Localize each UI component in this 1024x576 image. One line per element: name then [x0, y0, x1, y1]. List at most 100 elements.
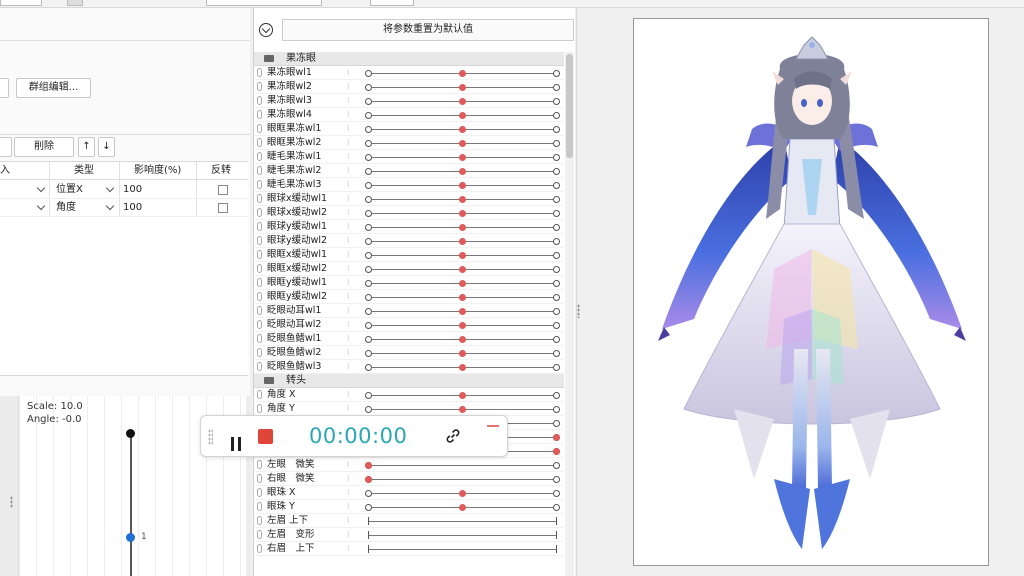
lock-icon[interactable] — [257, 110, 262, 119]
splitter-handle[interactable] — [10, 496, 13, 508]
drag-handle-icon[interactable]: ⁝ — [347, 206, 350, 220]
lock-icon[interactable] — [257, 488, 262, 497]
collapse-toggle-icon[interactable] — [259, 23, 273, 37]
parameter-row[interactable]: 睫毛果冻wl2 ⁝ — [254, 164, 564, 178]
curve-point[interactable] — [126, 533, 135, 542]
slider-knob[interactable] — [459, 294, 466, 301]
lock-icon[interactable] — [257, 180, 262, 189]
lock-icon[interactable] — [257, 278, 262, 287]
drag-handle-icon[interactable]: ⁝ — [347, 66, 350, 80]
slider-knob[interactable] — [459, 406, 466, 413]
model-canvas[interactable] — [633, 18, 989, 566]
lock-icon[interactable] — [257, 82, 262, 91]
drag-handle-icon[interactable]: ⁝ — [347, 234, 350, 248]
chevron-down-icon[interactable] — [105, 201, 115, 211]
parameter-row[interactable]: 角度 Y ⁝ — [254, 402, 564, 416]
lock-icon[interactable] — [257, 152, 262, 161]
parameter-row[interactable]: 果冻眼wl4 ⁝ — [254, 108, 564, 122]
lock-icon[interactable] — [257, 166, 262, 175]
slider-knob[interactable] — [459, 266, 466, 273]
table-row[interactable]: 位置X 100 — [0, 181, 248, 199]
drag-handle-icon[interactable]: ⁝ — [347, 472, 350, 486]
table-row[interactable]: 角度 100 — [0, 199, 248, 217]
parameter-row[interactable]: 眼球x缓动wl1 ⁝ — [254, 192, 564, 206]
lock-icon[interactable] — [257, 292, 262, 301]
slider-knob[interactable] — [553, 448, 560, 455]
parameter-row[interactable]: 眼球x缓动wl2 ⁝ — [254, 206, 564, 220]
group-edit-button[interactable]: 群组编辑... — [16, 78, 91, 98]
lock-icon[interactable] — [257, 390, 262, 399]
drag-handle-icon[interactable]: ⁝ — [347, 318, 350, 332]
slider-knob[interactable] — [459, 504, 466, 511]
parameter-row[interactable]: 眨眼鱼鳍wl2 ⁝ — [254, 346, 564, 360]
drag-handle-icon[interactable]: ⁝ — [347, 332, 350, 346]
toolbar-field[interactable] — [206, 0, 322, 6]
parameter-row[interactable]: 眼眶x缓动wl1 ⁝ — [254, 248, 564, 262]
header-invert[interactable]: 反转 — [211, 162, 231, 180]
toolbar-field[interactable] — [370, 0, 414, 6]
parameter-row[interactable]: 眼眶y缓动wl2 ⁝ — [254, 290, 564, 304]
slider-knob[interactable] — [459, 196, 466, 203]
drag-handle-icon[interactable]: ⁝ — [347, 528, 350, 542]
slider-knob[interactable] — [459, 168, 466, 175]
slider-track[interactable] — [368, 549, 556, 550]
parameter-row[interactable]: 左眼 微笑 ⁝ — [254, 458, 564, 472]
drag-handle-icon[interactable]: ⁝ — [347, 486, 350, 500]
drag-handle-icon[interactable]: ⁝ — [347, 304, 350, 318]
parameter-row[interactable]: 右眉 上下 ⁝ — [254, 542, 564, 556]
drag-handle-icon[interactable]: ⁝ — [347, 388, 350, 402]
parameter-row[interactable]: 角度 X ⁝ — [254, 388, 564, 402]
lock-icon[interactable] — [257, 544, 262, 553]
cell-influence[interactable]: 100 — [123, 181, 142, 199]
parameter-row[interactable]: 右眼 微笑 ⁝ — [254, 472, 564, 486]
lock-icon[interactable] — [257, 306, 262, 315]
parameter-row[interactable]: 眼珠 Y ⁝ — [254, 500, 564, 514]
lock-icon[interactable] — [257, 474, 262, 483]
lock-icon[interactable] — [257, 348, 262, 357]
chevron-down-icon[interactable] — [36, 183, 46, 193]
splitter-handle[interactable] — [577, 304, 580, 318]
parameter-row[interactable]: 眨眼动耳wl2 ⁝ — [254, 318, 564, 332]
reset-parameters-button[interactable]: 将参数重置为默认值 — [282, 19, 574, 41]
slider-knob[interactable] — [459, 182, 466, 189]
lock-icon[interactable] — [257, 124, 262, 133]
lock-icon[interactable] — [257, 460, 262, 469]
lock-icon[interactable] — [257, 194, 262, 203]
parameter-row[interactable]: 眼球y缓动wl1 ⁝ — [254, 220, 564, 234]
slider-knob[interactable] — [459, 322, 466, 329]
drag-handle-icon[interactable]: ⁝ — [347, 108, 350, 122]
toolbar-field[interactable] — [0, 0, 42, 6]
slider-knob[interactable] — [459, 364, 466, 371]
drag-handle-icon[interactable]: ⁝ — [347, 220, 350, 234]
parameter-row[interactable]: 眼眶x缓动wl2 ⁝ — [254, 262, 564, 276]
parameter-row[interactable]: 左眉 上下 ⁝ — [254, 514, 564, 528]
slider-track[interactable] — [368, 479, 556, 480]
lock-icon[interactable] — [257, 250, 262, 259]
parameter-row[interactable]: 眼眶果冻wl2 ⁝ — [254, 136, 564, 150]
button-small[interactable] — [0, 137, 12, 157]
slider-knob[interactable] — [459, 350, 466, 357]
slider-knob[interactable] — [459, 392, 466, 399]
minimize-button[interactable] — [487, 425, 499, 427]
slider-knob[interactable] — [459, 210, 466, 217]
drag-handle-icon[interactable]: ⁝ — [347, 346, 350, 360]
lock-icon[interactable] — [257, 236, 262, 245]
chevron-down-icon[interactable] — [36, 201, 46, 211]
lock-icon[interactable] — [257, 138, 262, 147]
slider-knob[interactable] — [459, 140, 466, 147]
slider-track[interactable] — [368, 521, 556, 522]
lock-icon[interactable] — [257, 68, 262, 77]
slider-knob[interactable] — [459, 126, 466, 133]
slider-knob[interactable] — [459, 490, 466, 497]
button-small[interactable] — [0, 78, 9, 98]
slider-knob[interactable] — [459, 84, 466, 91]
slider-knob[interactable] — [459, 238, 466, 245]
invert-checkbox[interactable] — [218, 203, 228, 213]
slider-knob[interactable] — [553, 434, 560, 441]
drag-handle-icon[interactable]: ⁝ — [347, 150, 350, 164]
lock-icon[interactable] — [257, 264, 262, 273]
parameter-row[interactable]: 果冻眼wl3 ⁝ — [254, 94, 564, 108]
drag-handle-icon[interactable]: ⁝ — [347, 290, 350, 304]
lock-icon[interactable] — [257, 516, 262, 525]
drag-handle-icon[interactable]: ⁝ — [347, 164, 350, 178]
